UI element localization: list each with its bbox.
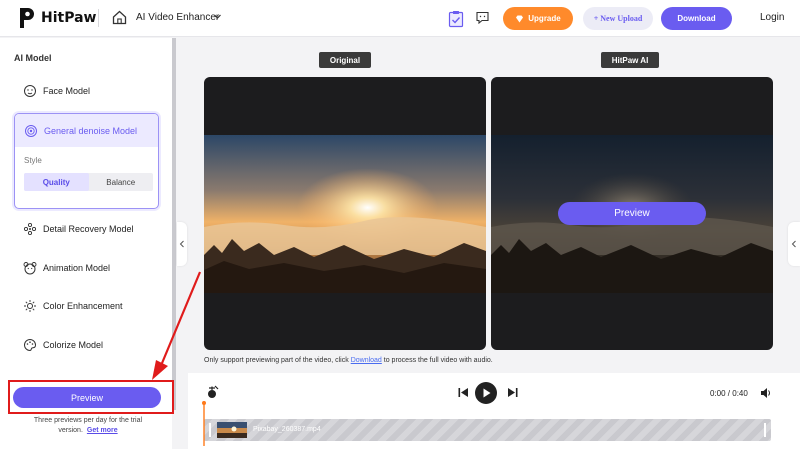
preview-label: Preview: [70, 392, 103, 403]
original-preview-panel: [204, 77, 486, 350]
diamond-icon: [516, 15, 524, 22]
model-label: General denoise Model: [44, 125, 138, 136]
new-upload-button[interactable]: + New Upload: [583, 7, 653, 30]
style-option-quality[interactable]: Quality: [24, 173, 89, 191]
panel-preview-button[interactable]: Preview: [558, 202, 706, 225]
notice-download-link[interactable]: Download: [351, 357, 382, 364]
face-icon: [23, 84, 37, 98]
denoise-icon: [24, 124, 38, 138]
sidebar-title: AI Model: [14, 53, 52, 63]
model-label: Animation Model: [43, 263, 111, 273]
previous-frame-icon[interactable]: [458, 387, 469, 398]
new-upload-label: + New Upload: [593, 14, 643, 23]
style-option-balance[interactable]: Balance: [89, 173, 154, 191]
trim-handle-left[interactable]: [209, 423, 211, 437]
download-button[interactable]: Download: [661, 7, 732, 30]
model-item-face[interactable]: Face Model: [14, 76, 160, 106]
trim-handle-right[interactable]: [764, 423, 766, 437]
original-label: Original: [319, 52, 371, 68]
style-toggle: Quality Balance: [24, 173, 153, 191]
hitpaw-logo-icon: [20, 8, 34, 28]
palette-icon: [23, 338, 37, 352]
collapse-sidebar-button[interactable]: [177, 222, 187, 266]
download-label: Download: [677, 14, 716, 23]
logo[interactable]: HitPaw: [18, 7, 96, 29]
time-readout: 0:00 / 0:40: [710, 389, 748, 398]
home-icon[interactable]: [112, 10, 127, 25]
crop-icon[interactable]: [206, 385, 220, 399]
volume-icon[interactable]: [760, 387, 772, 399]
chevron-down-icon[interactable]: [213, 12, 222, 21]
upgrade-button[interactable]: Upgrade: [503, 7, 573, 30]
play-icon: [483, 388, 490, 398]
next-frame-icon[interactable]: [507, 387, 518, 398]
clip-name: Pixabay_260387.mp4: [253, 426, 321, 433]
panel-preview-label: Preview: [614, 208, 650, 219]
model-label: Colorize Model: [43, 340, 104, 350]
preview-notice: Only support previewing part of the vide…: [204, 357, 493, 364]
chevron-left-icon: [179, 240, 184, 248]
chevron-left-icon: [791, 240, 796, 248]
trial-note: Three previews per day for the trial ver…: [18, 416, 158, 436]
clip-thumbnail: [217, 422, 247, 438]
feedback-icon[interactable]: [476, 11, 489, 24]
app-title[interactable]: AI Video Enhancer: [136, 12, 219, 23]
model-item-general-denoise[interactable]: General denoise Model Style Quality Bala…: [14, 113, 159, 209]
header-divider: [98, 9, 99, 27]
expand-panel-button[interactable]: [788, 222, 800, 266]
task-list-icon[interactable]: [448, 10, 464, 28]
login-link[interactable]: Login: [760, 12, 784, 23]
detail-icon: [23, 222, 37, 236]
video-frame-original: [204, 135, 486, 293]
playhead-marker[interactable]: [202, 401, 206, 446]
hitpaw-ai-label: HitPaw AI: [601, 52, 659, 68]
model-label: Detail Recovery Model: [43, 224, 134, 234]
get-more-link[interactable]: Get more: [87, 427, 118, 434]
style-label: Style: [24, 156, 42, 165]
ai-preview-panel: Preview: [491, 77, 773, 350]
model-label: Color Enhancement: [43, 301, 123, 311]
play-button[interactable]: [475, 382, 497, 404]
model-item-animation[interactable]: Animation Model: [14, 253, 160, 283]
color-icon: [23, 299, 37, 313]
animation-icon: [23, 261, 37, 275]
model-item-detail-recovery[interactable]: Detail Recovery Model: [14, 214, 160, 244]
selected-model-header[interactable]: General denoise Model: [15, 114, 158, 147]
annotation-arrow-icon: [152, 271, 202, 380]
player-controls: 0:00 / 0:40 Pixabay_260387.mp4: [188, 373, 800, 449]
model-label: Face Model: [43, 86, 91, 96]
model-item-colorize[interactable]: Colorize Model: [14, 330, 160, 360]
sidebar-preview-button[interactable]: Preview: [13, 387, 161, 408]
upgrade-label: Upgrade: [528, 14, 561, 23]
timeline-track[interactable]: Pixabay_260387.mp4: [204, 419, 771, 441]
notice-text-after: to process the full video with audio.: [381, 357, 493, 364]
top-bar: HitPaw AI Video Enhancer Upgrade + New U…: [0, 0, 800, 37]
notice-text-before: Only support previewing part of the vide…: [204, 357, 351, 364]
logo-text: HitPaw: [41, 10, 97, 26]
model-item-color-enhancement[interactable]: Color Enhancement: [14, 291, 160, 321]
